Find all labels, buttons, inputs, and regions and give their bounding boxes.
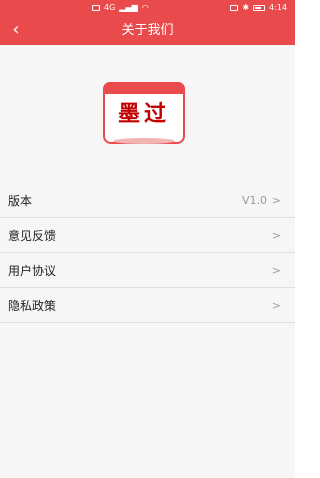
bluetooth-icon: ✱ bbox=[242, 3, 250, 12]
battery-icon bbox=[253, 5, 266, 11]
menu-item-label: 版本 bbox=[8, 193, 33, 208]
top-bar: 4G ▂▄▆ ◠ ✱ 4:14 ‹ 关于我们 bbox=[0, 0, 295, 45]
menu-item-privacy-policy[interactable]: 隐私政策 > bbox=[0, 288, 295, 323]
wifi-icon: ◠ bbox=[141, 3, 149, 12]
page-title: 关于我们 bbox=[121, 23, 174, 38]
status-time: 4:14 bbox=[269, 3, 287, 12]
app-screen: 4G ▂▄▆ ◠ ✱ 4:14 ‹ 关于我们 墨过 版本 V1.0 > 意见反馈… bbox=[0, 0, 295, 478]
menu-item-feedback[interactable]: 意见反馈 > bbox=[0, 218, 295, 253]
signal-text: 4G bbox=[104, 3, 116, 12]
menu-item-version[interactable]: 版本 V1.0 > bbox=[0, 183, 295, 218]
chevron-right-icon: > bbox=[271, 263, 281, 277]
nav-bar: ‹ 关于我们 bbox=[0, 16, 295, 45]
menu-item-user-agreement[interactable]: 用户协议 > bbox=[0, 253, 295, 288]
about-menu-list: 版本 V1.0 > 意见反馈 > 用户协议 > 隐私政策 > bbox=[0, 183, 295, 323]
app-logo: 墨过 bbox=[103, 82, 185, 144]
back-icon[interactable]: ‹ bbox=[6, 19, 26, 41]
notification-icon bbox=[92, 5, 100, 11]
logo-text: 墨过 bbox=[117, 101, 170, 127]
menu-item-label: 用户协议 bbox=[8, 263, 57, 278]
status-right-group: ✱ 4:14 bbox=[230, 0, 287, 16]
logo-top-band bbox=[103, 82, 185, 94]
signal-bars-icon: ▂▄▆ bbox=[119, 3, 138, 12]
vibrate-icon bbox=[230, 5, 239, 11]
chevron-right-icon: > bbox=[271, 193, 281, 207]
chevron-right-icon: > bbox=[271, 298, 281, 312]
status-signal-group: 4G ▂▄▆ ◠ bbox=[92, 0, 149, 16]
version-value: V1.0 bbox=[241, 193, 267, 207]
menu-item-label: 隐私政策 bbox=[8, 298, 57, 313]
status-bar: 4G ▂▄▆ ◠ ✱ 4:14 bbox=[0, 0, 295, 16]
menu-item-label: 意见反馈 bbox=[8, 228, 57, 243]
chevron-right-icon: > bbox=[271, 228, 281, 242]
logo-wave-decoration bbox=[113, 138, 175, 144]
